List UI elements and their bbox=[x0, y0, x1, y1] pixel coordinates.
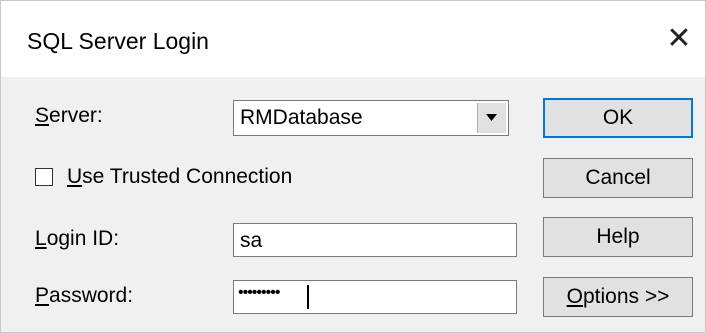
title-bar: SQL Server Login ✕ bbox=[1, 1, 705, 77]
window-title: SQL Server Login bbox=[27, 28, 209, 54]
dropdown-button[interactable] bbox=[477, 103, 506, 133]
server-combobox[interactable]: RMDatabase bbox=[233, 100, 509, 136]
chevron-down-icon bbox=[486, 114, 497, 121]
help-button[interactable]: Help bbox=[543, 217, 693, 257]
options-button[interactable]: Options >> bbox=[543, 277, 693, 317]
trusted-connection-checkbox[interactable] bbox=[35, 168, 53, 186]
login-id-label: Login ID: bbox=[35, 227, 120, 250]
password-masked-value: ••••••••• bbox=[238, 284, 280, 301]
cancel-button[interactable]: Cancel bbox=[543, 158, 693, 198]
server-label: Server: bbox=[35, 104, 103, 127]
login-id-value: sa bbox=[240, 229, 263, 252]
close-icon[interactable]: ✕ bbox=[659, 19, 699, 59]
login-id-field[interactable]: sa bbox=[233, 223, 517, 257]
trusted-connection-label[interactable]: Use Trusted Connection bbox=[67, 165, 292, 189]
sql-server-login-dialog: SQL Server Login ✕ Server: RMDatabase Us… bbox=[0, 0, 706, 333]
password-field[interactable]: ••••••••• bbox=[233, 280, 517, 314]
text-caret bbox=[307, 285, 309, 309]
ok-button[interactable]: OK bbox=[543, 98, 693, 138]
password-label: Password: bbox=[35, 284, 134, 307]
server-value: RMDatabase bbox=[240, 106, 363, 129]
